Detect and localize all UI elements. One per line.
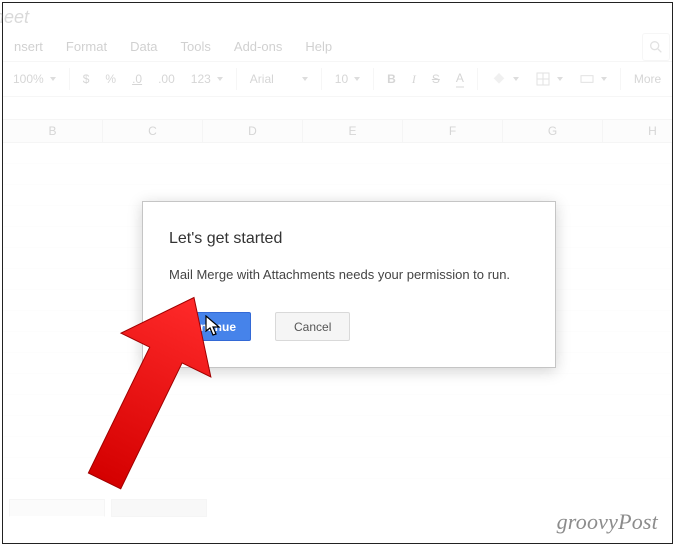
app-frame: sheet nsert Format Data Tools Add-ons He… — [2, 2, 673, 544]
dialog-body: Mail Merge with Attachments needs your p… — [169, 266, 529, 284]
continue-button[interactable]: Continue — [169, 312, 251, 341]
permission-dialog: Let's get started Mail Merge with Attach… — [142, 201, 556, 368]
dialog-buttons: Continue Cancel — [169, 312, 529, 341]
modal-overlay: Let's get started Mail Merge with Attach… — [3, 3, 672, 543]
cancel-button[interactable]: Cancel — [275, 312, 350, 341]
dialog-title: Let's get started — [169, 230, 529, 248]
watermark: groovyPost — [557, 509, 658, 535]
